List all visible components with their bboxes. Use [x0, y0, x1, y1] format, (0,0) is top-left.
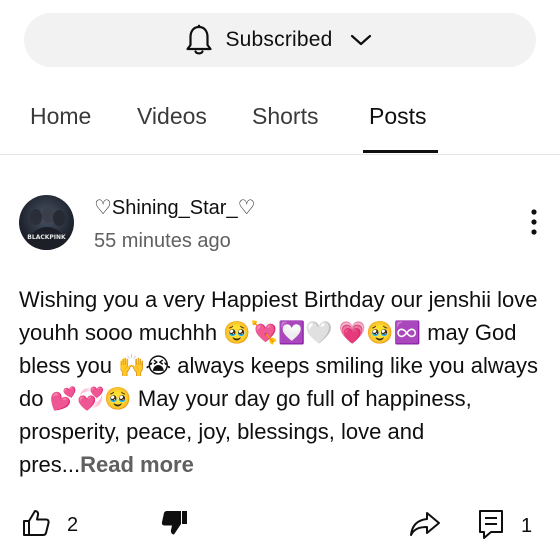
- like-button[interactable]: 2: [21, 508, 78, 543]
- tab-shorts[interactable]: Shorts: [252, 103, 318, 130]
- post-timestamp: 55 minutes ago: [94, 230, 231, 252]
- active-tab-indicator: [363, 150, 438, 153]
- svg-text:BLACKPINK: BLACKPINK: [27, 234, 66, 241]
- thumbs-up-icon: [21, 508, 51, 543]
- bell-icon: [185, 23, 215, 57]
- post-body: Wishing you a very Happiest Birthday our…: [19, 283, 539, 481]
- post-actions: 2 1: [0, 500, 560, 550]
- channel-tabs: Home Videos Shorts Posts: [0, 96, 560, 154]
- share-icon: [409, 511, 441, 542]
- tabs-divider: [0, 154, 560, 155]
- read-more-link[interactable]: Read more: [80, 452, 194, 477]
- avatar[interactable]: BLACKPINK: [19, 195, 74, 250]
- subscribed-button[interactable]: Subscribed: [24, 13, 536, 67]
- tab-videos[interactable]: Videos: [137, 103, 207, 130]
- chevron-down-icon: [349, 30, 375, 50]
- post-text: Wishing you a very Happiest Birthday our…: [19, 287, 538, 477]
- post-author[interactable]: ♡Shining_Star_♡: [94, 195, 256, 220]
- comment-icon: [477, 508, 505, 545]
- more-options-icon[interactable]: [526, 207, 542, 237]
- tab-posts[interactable]: Posts: [369, 103, 427, 130]
- tab-home[interactable]: Home: [30, 103, 91, 130]
- comment-count: 1: [521, 515, 533, 537]
- subscribed-label: Subscribed: [225, 28, 333, 51]
- thumbs-down-filled-icon: [161, 509, 189, 542]
- dislike-button[interactable]: [161, 509, 189, 542]
- comments-button[interactable]: 1: [477, 508, 532, 545]
- like-count: 2: [67, 514, 79, 536]
- share-button[interactable]: [409, 511, 441, 542]
